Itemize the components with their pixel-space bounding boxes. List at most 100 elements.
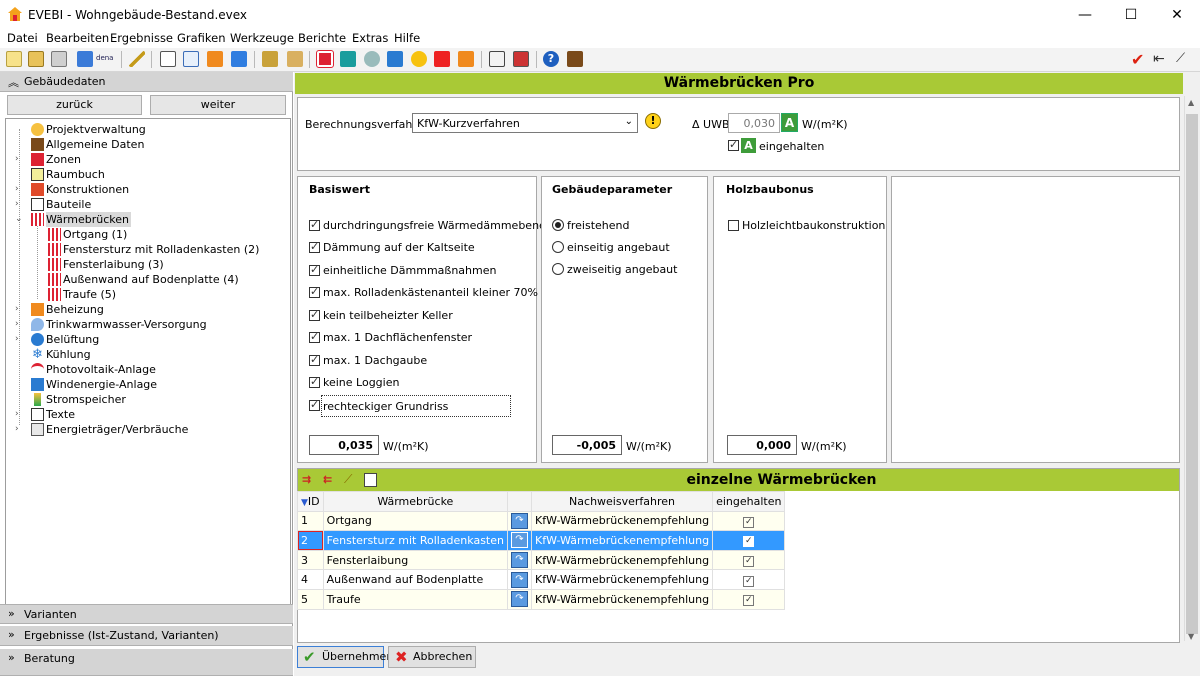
grid-teal-icon[interactable] (340, 51, 356, 67)
magnifier-icon[interactable] (364, 51, 380, 67)
bw-checkbox-4[interactable] (309, 285, 320, 298)
bw-checkbox-5[interactable] (309, 308, 320, 321)
minimize-button[interactable]: — (1062, 0, 1108, 30)
expand-icon[interactable]: › (15, 422, 19, 437)
wand-icon[interactable] (129, 51, 145, 67)
row-name[interactable]: Fensterlaibung (322, 549, 508, 571)
expand-icon[interactable]: › (15, 152, 19, 167)
maximize-button[interactable]: ☐ (1108, 0, 1154, 30)
structure-icon[interactable] (183, 51, 199, 67)
radio-einseitig[interactable] (552, 241, 564, 253)
link-icon[interactable]: ↷ (506, 588, 532, 610)
new-file-icon[interactable] (6, 51, 22, 67)
vertical-scrollbar[interactable]: ▲ ▼ (1184, 96, 1199, 641)
bw-checkbox-7[interactable] (309, 353, 320, 366)
book-icon[interactable] (567, 51, 583, 67)
signal-icon[interactable]: ⟋ (1176, 51, 1185, 66)
tree-structure-icon[interactable] (262, 51, 278, 67)
bw-checkbox-3[interactable] (309, 263, 320, 276)
bw-checkbox-6[interactable] (309, 330, 320, 343)
copy-icon[interactable] (51, 51, 67, 67)
picture-icon[interactable] (513, 51, 529, 67)
table-row[interactable]: 5 Traufe ↷ KfW-Wärmebrückenempfehlung ✓ (297, 588, 786, 610)
table-row[interactable]: 1 Ortgang ↷ KfW-Wärmebrückenempfehlung ✓ (297, 510, 786, 532)
link-icon[interactable]: ↷ (506, 549, 532, 571)
open-folder-icon[interactable] (28, 51, 44, 67)
export-icon[interactable] (77, 51, 93, 67)
row-checkbox[interactable]: ✓ (712, 530, 786, 551)
radio-zweiseitig[interactable] (552, 263, 564, 275)
orange-arrow-icon[interactable] (207, 51, 223, 67)
sun-icon[interactable] (411, 51, 427, 67)
warning-icon[interactable]: ! (645, 113, 661, 129)
row-checkbox[interactable]: ✓ (712, 588, 786, 610)
menu-hilfe[interactable]: Hilfe (394, 31, 420, 45)
table-row[interactable]: 3 Fensterlaibung ↷ KfW-Wärmebrückenempfe… (297, 549, 786, 571)
menu-werkzeuge[interactable]: Werkzeuge (230, 31, 294, 45)
expand-icon[interactable]: › (15, 407, 19, 422)
expand-icon[interactable]: › (15, 332, 19, 347)
col-nachweis[interactable]: Nachweisverfahren (530, 491, 714, 512)
menu-bearbeiten[interactable]: Bearbeiten (46, 31, 109, 45)
radio-freistehend[interactable] (552, 219, 564, 231)
arrow-in-icon[interactable]: ⇤ (1153, 51, 1165, 67)
row-name[interactable]: Traufe (322, 588, 508, 610)
fan-icon[interactable] (387, 51, 403, 67)
row-checkbox[interactable]: ✓ (712, 510, 786, 532)
bw-checkbox-9[interactable] (309, 398, 320, 411)
section-varianten[interactable]: » Varianten (0, 604, 293, 624)
col-id[interactable]: ▼ID (297, 491, 324, 512)
menu-grafiken[interactable]: Grafiken (177, 31, 226, 45)
row-name[interactable]: Außenwand auf Bodenplatte (322, 569, 508, 590)
delta-uwb-field[interactable]: 0,030 (728, 113, 780, 133)
apply-button[interactable]: ✔ Übernehmen (297, 646, 393, 668)
collapse-icon[interactable]: ⌄ (15, 212, 23, 227)
row-nachweis[interactable]: KfW-Wärmebrückenempfehlung (530, 549, 714, 571)
section-beratung[interactable]: » Beratung (0, 649, 293, 676)
section-gebaeudedaten[interactable]: ︽ Gebäudedaten (0, 72, 293, 92)
euro-icon[interactable] (458, 51, 474, 67)
eingehalten-checkbox[interactable] (728, 138, 739, 151)
menu-extras[interactable]: Extras (352, 31, 388, 45)
remove-row-icon[interactable]: ⇇ (323, 473, 337, 487)
holzleichtbau-checkbox[interactable] (728, 220, 739, 231)
link-icon[interactable]: ↷ (506, 510, 532, 532)
link-icon[interactable]: ↷ (506, 530, 532, 551)
expand-icon[interactable]: › (15, 182, 19, 197)
dena-icon[interactable]: dena (96, 54, 113, 62)
menu-berichte[interactable]: Berichte (298, 31, 346, 45)
expand-icon[interactable]: › (15, 317, 19, 332)
check-red-icon[interactable]: ✔ (1131, 50, 1144, 69)
bw-checkbox-8[interactable] (309, 375, 320, 388)
expand-icon[interactable]: › (15, 197, 19, 212)
expand-icon[interactable]: › (15, 302, 19, 317)
bw-checkbox-1[interactable] (309, 218, 320, 231)
list-tree-icon[interactable] (287, 51, 303, 67)
next-button[interactable]: weiter (150, 95, 286, 115)
report-icon[interactable] (489, 51, 505, 67)
row-nachweis[interactable]: KfW-Wärmebrückenempfehlung (530, 588, 714, 610)
row-name[interactable]: Fenstersturz mit Rolladenkasten (322, 530, 508, 551)
table-row-selected[interactable]: 2 Fenstersturz mit Rolladenkasten ↷ KfW-… (297, 530, 786, 551)
back-button[interactable]: zurück (7, 95, 142, 115)
window-red-icon[interactable] (316, 50, 334, 68)
menu-ergebnisse[interactable]: Ergebnisse (110, 31, 173, 45)
row-checkbox[interactable]: ✓ (712, 569, 786, 590)
document-icon[interactable] (160, 51, 176, 67)
row-checkbox[interactable]: ✓ (712, 549, 786, 571)
col-eingehalten[interactable]: eingehalten (712, 491, 786, 512)
lightning-icon[interactable] (434, 51, 450, 67)
copy-icon[interactable] (364, 473, 377, 487)
row-nachweis[interactable]: KfW-Wärmebrückenempfehlung (530, 530, 714, 551)
row-name[interactable]: Ortgang (322, 510, 508, 532)
menu-datei[interactable]: Datei (7, 31, 38, 45)
help-icon[interactable]: ? (543, 51, 559, 67)
close-button[interactable]: ✕ (1154, 0, 1200, 30)
section-ergebnisse[interactable]: » Ergebnisse (Ist-Zustand, Varianten) (0, 626, 293, 646)
table-row[interactable]: 4 Außenwand auf Bodenplatte ↷ KfW-Wärmeb… (297, 569, 786, 590)
blue-arrow-icon[interactable] (231, 51, 247, 67)
cancel-button[interactable]: ✖ Abbrechen (388, 646, 476, 668)
row-nachweis[interactable]: KfW-Wärmebrückenempfehlung (530, 569, 714, 590)
row-nachweis[interactable]: KfW-Wärmebrückenempfehlung (530, 510, 714, 532)
berechnungsverfahren-select[interactable]: KfW-Kurzverfahren ⌄ (412, 113, 638, 133)
